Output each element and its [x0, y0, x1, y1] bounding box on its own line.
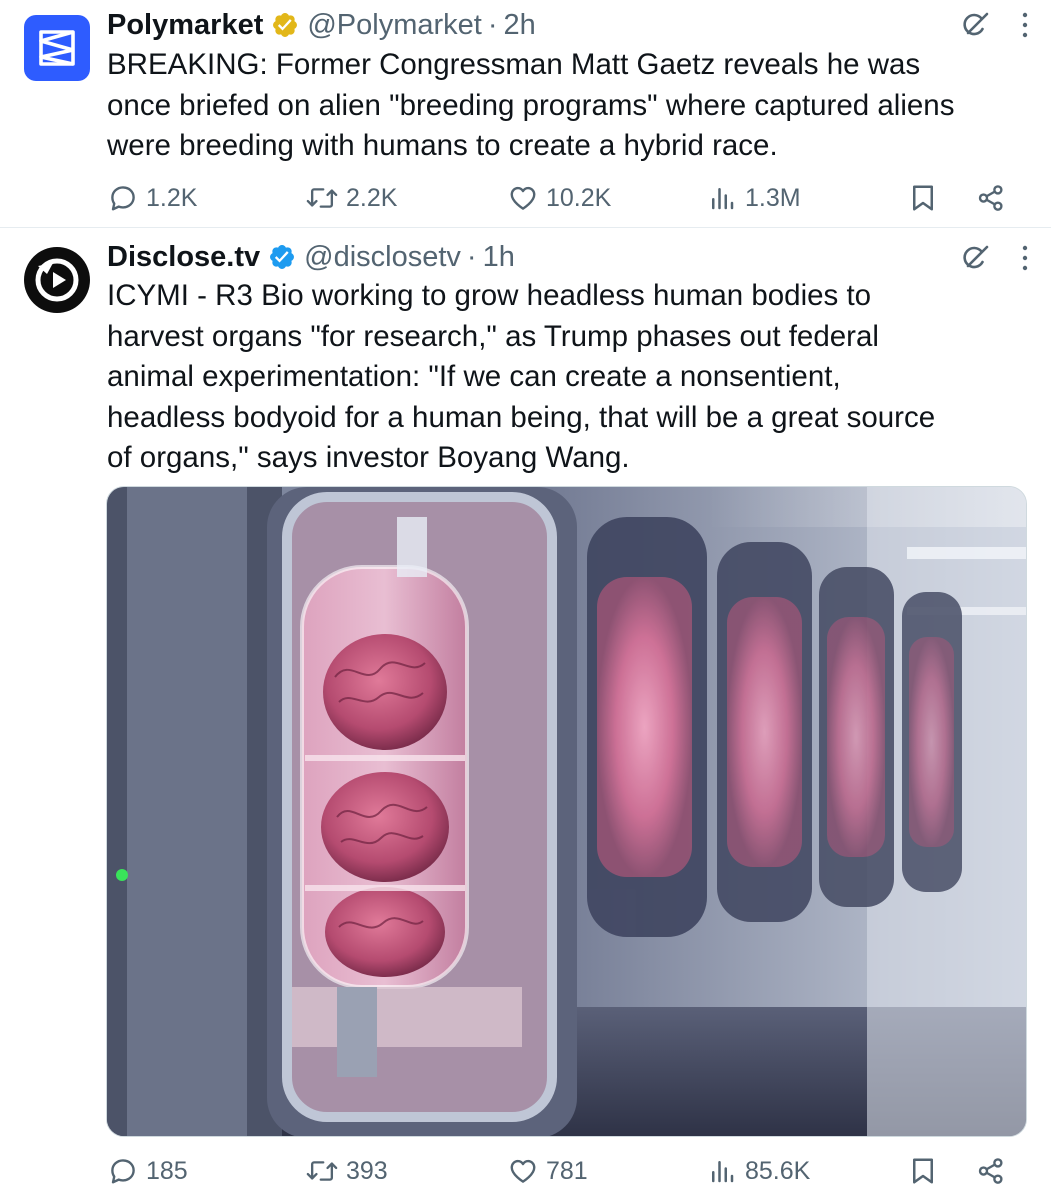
like-button[interactable]: 781 [508, 1151, 588, 1191]
reply-count: 185 [146, 1156, 188, 1185]
more-icon[interactable] [1018, 243, 1032, 273]
separator-dot: · [487, 9, 498, 41]
repost-icon [306, 188, 338, 208]
display-name[interactable]: Disclose.tv [107, 237, 260, 277]
tweet-text: BREAKING: Former Congressman Matt Gaetz … [107, 48, 955, 162]
tweet-header: Polymarket @Polymarket · 2h [107, 5, 961, 45]
handle[interactable]: @disclosetv [304, 237, 461, 277]
disclosetv-logo-icon[interactable] [24, 247, 90, 313]
views-icon [712, 188, 734, 210]
share-icon [978, 185, 1003, 211]
tweet-text: ICYMI - R3 Bio working to grow headless … [107, 279, 936, 474]
views-button[interactable]: 85.6K [707, 1151, 810, 1191]
repost-icon [306, 1161, 338, 1181]
handle[interactable]: @Polymarket [307, 5, 481, 45]
views-count: 85.6K [745, 1156, 811, 1185]
reply-button[interactable]: 1.2K [108, 178, 197, 218]
repost-count: 2.2K [346, 183, 398, 212]
repost-button[interactable]: 393 [306, 1151, 388, 1191]
action-bar: 185 393 781 85.6K [0, 1151, 1051, 1191]
tweet-photo[interactable] [106, 486, 1027, 1137]
views-button[interactable]: 1.3M [707, 178, 801, 218]
polymarket-logo-icon[interactable] [24, 15, 90, 81]
like-icon [510, 1159, 536, 1183]
like-count: 10.2K [546, 183, 612, 212]
more-icon[interactable] [1018, 10, 1032, 40]
separator-dot: · [466, 241, 477, 273]
share-button[interactable] [976, 178, 1006, 218]
bookmark-button[interactable] [909, 1151, 937, 1191]
verified-blue-badge-icon[interactable] [268, 243, 296, 271]
bookmark-icon [913, 185, 933, 211]
like-button[interactable]: 10.2K [508, 178, 611, 218]
tweet-disclosetv[interactable]: Disclose.tv @disclosetv · 1h ICYMI - R3 … [0, 229, 1051, 1200]
reply-icon [111, 1159, 135, 1184]
views-count: 1.3M [745, 183, 801, 212]
tweet-polymarket[interactable]: Polymarket @Polymarket · 2h BREAKING: Fo… [0, 0, 1051, 228]
grok-icon[interactable] [960, 243, 990, 273]
views-icon [712, 1161, 734, 1183]
like-icon [510, 186, 536, 210]
bookmark-icon [913, 1158, 933, 1184]
share-icon [978, 1158, 1003, 1184]
timestamp[interactable]: 2h [504, 5, 536, 45]
like-count: 781 [546, 1156, 588, 1185]
repost-count: 393 [346, 1156, 388, 1185]
share-button[interactable] [976, 1151, 1006, 1191]
grok-icon[interactable] [960, 10, 990, 40]
action-bar: 1.2K 2.2K 10.2K 1.3M [0, 178, 1051, 218]
tweet-header: Disclose.tv @disclosetv · 1h [107, 237, 961, 277]
repost-button[interactable]: 2.2K [306, 178, 397, 218]
display-name[interactable]: Polymarket [107, 5, 263, 45]
reply-button[interactable]: 185 [108, 1151, 188, 1191]
verified-gold-badge-icon[interactable] [271, 11, 299, 39]
bookmark-button[interactable] [909, 178, 937, 218]
timestamp[interactable]: 1h [483, 237, 515, 277]
reply-count: 1.2K [146, 183, 198, 212]
reply-icon [111, 186, 135, 211]
